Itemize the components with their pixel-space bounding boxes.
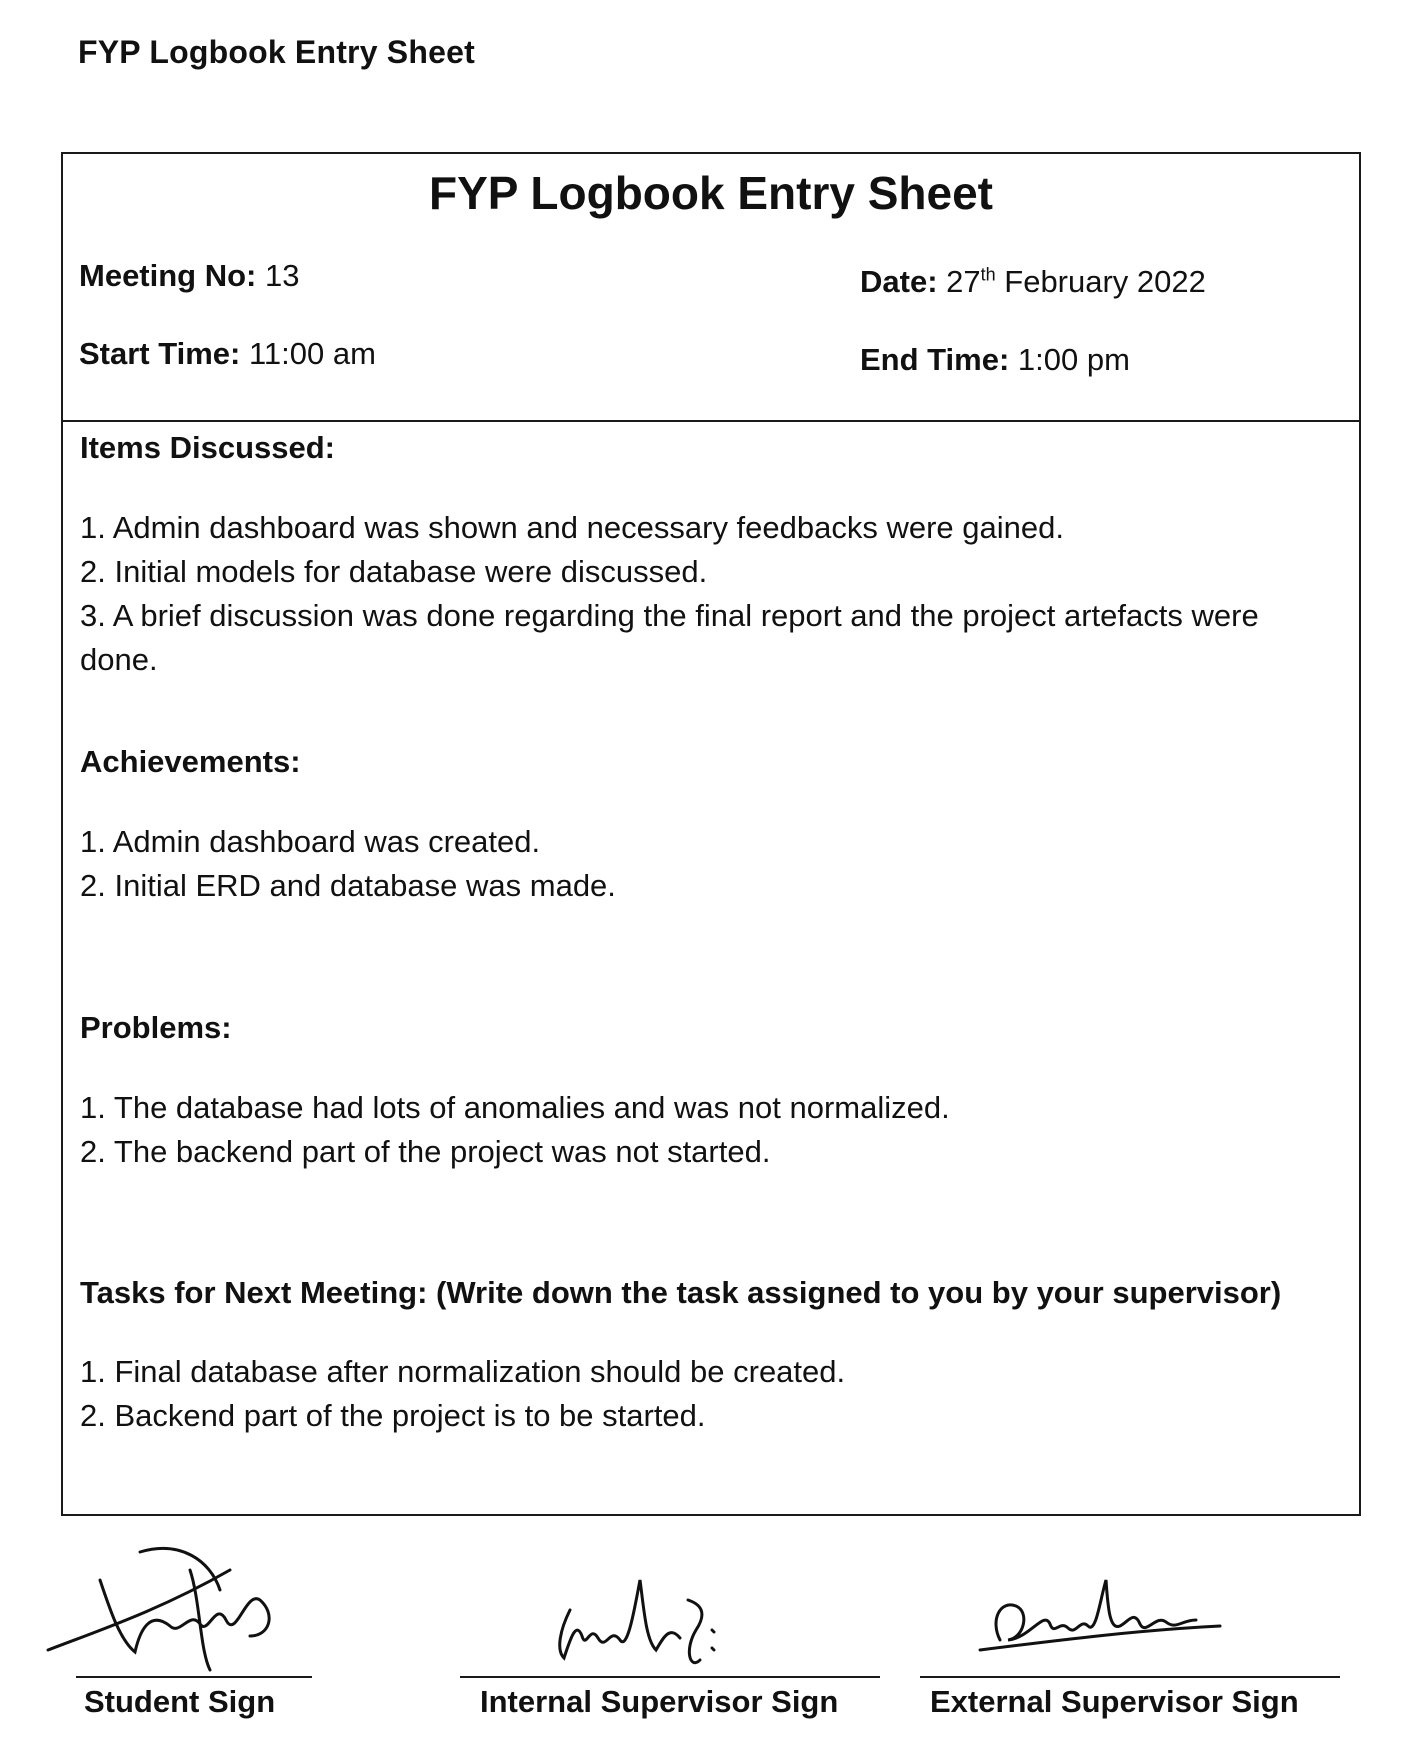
items-discussed-list: 1. Admin dashboard was shown and necessa… (80, 506, 1319, 682)
problems-list: 1. The database had lots of anomalies an… (80, 1086, 1319, 1174)
internal-sign-label: Internal Supervisor Sign (480, 1684, 839, 1719)
date-rest: February 2022 (1004, 264, 1206, 299)
logbook-sheet: FYP Logbook Entry Sheet Meeting No: 13 D… (61, 152, 1361, 1516)
student-signature-block: Student Sign (40, 1540, 340, 1720)
tasks-title: Tasks for Next Meeting: (Write down the … (80, 1275, 1282, 1310)
start-time: Start Time: 11:00 am (79, 336, 376, 372)
student-signature-icon (46, 1546, 271, 1672)
student-sign-label: Student Sign (84, 1684, 276, 1719)
list-item: 1. The database had lots of anomalies an… (80, 1090, 950, 1125)
meeting-date: Date: 27th February 2022 (860, 264, 1206, 300)
end-time-label: End Time: (860, 342, 1010, 377)
list-item: 2. Initial models for database were disc… (80, 554, 708, 589)
student-signature-line (76, 1676, 312, 1678)
internal-signature-line (460, 1676, 880, 1678)
meeting-info-box: FYP Logbook Entry Sheet Meeting No: 13 D… (63, 154, 1359, 422)
sheet-title: FYP Logbook Entry Sheet (429, 167, 993, 219)
list-item: 2. The backend part of the project was n… (80, 1134, 771, 1169)
achievements-title: Achievements: (80, 744, 301, 779)
date-label: Date: (860, 264, 938, 299)
external-signature-icon (978, 1579, 1222, 1652)
achievements-list: 1. Admin dashboard was created. 2. Initi… (80, 820, 1319, 908)
list-item: 2. Backend part of the project is to be … (80, 1398, 706, 1433)
tasks-list: 1. Final database after normalization sh… (80, 1350, 1319, 1438)
external-signature-line (920, 1676, 1340, 1678)
date-day: 27 (946, 264, 981, 299)
external-signature-block: External Supervisor Sign (920, 1540, 1340, 1720)
items-discussed-title: Items Discussed: (80, 430, 335, 465)
external-sign-label: External Supervisor Sign (930, 1684, 1299, 1719)
meeting-number-label: Meeting No: (79, 258, 257, 293)
internal-signature-icon (558, 1579, 716, 1664)
start-time-label: Start Time: (79, 336, 241, 371)
end-time: End Time: 1:00 pm (860, 342, 1130, 378)
end-time-value: 1:00 pm (1017, 342, 1130, 377)
page-header: FYP Logbook Entry Sheet (78, 34, 475, 70)
list-item: 2. Initial ERD and database was made. (80, 868, 616, 903)
meeting-number-value: 13 (265, 258, 300, 293)
list-item: 1. Admin dashboard was shown and necessa… (80, 510, 1064, 545)
internal-signature-block: Internal Supervisor Sign (460, 1540, 880, 1720)
problems-title: Problems: (80, 1010, 232, 1045)
start-time-value: 11:00 am (248, 336, 376, 371)
meeting-number: Meeting No: 13 (79, 258, 299, 294)
list-item: 3. A brief discussion was done regarding… (80, 598, 1259, 677)
date-suffix: th (980, 264, 996, 285)
list-item: 1. Admin dashboard was created. (80, 824, 541, 859)
list-item: 1. Final database after normalization sh… (80, 1354, 846, 1389)
